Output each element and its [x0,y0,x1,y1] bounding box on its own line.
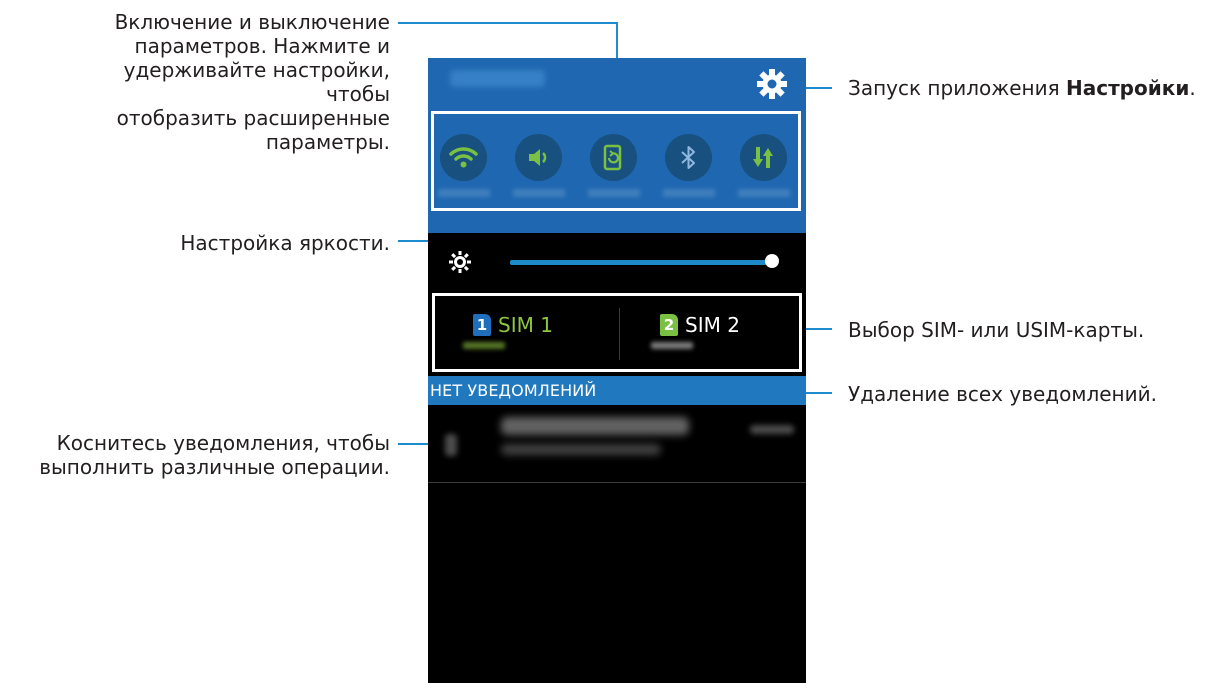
wifi-toggle[interactable] [440,134,487,181]
data-toggle[interactable] [740,134,787,181]
notifications-header-text: НЕТ УВЕДОМЛЕНИЙ [430,381,597,400]
quick-settings-frame [431,111,801,211]
notifications-header[interactable]: НЕТ УВЕДОМЛЕНИЙ [428,376,806,405]
brightness-slider-thumb[interactable] [765,254,779,268]
settings-callout-suffix: . [1189,76,1196,100]
toggle-leader-h [398,22,618,24]
settings-callout-prefix: Запуск приложения [848,76,1066,100]
toggle-callout-line1: Включение и выключение [114,10,390,34]
data-label-blurred [738,189,790,197]
toggle-callout: Включение и выключение параметров. Нажми… [70,10,390,154]
sim-divider [619,308,620,360]
data-icon [753,147,773,168]
rotation-toggle[interactable] [590,134,637,181]
settings-callout: Запуск приложения Настройки. [848,76,1218,100]
status-time-blurred [450,70,545,87]
bluetooth-icon [681,146,695,169]
gear-icon[interactable] [755,67,789,101]
sound-icon [529,149,547,166]
phone-screen: 1 SIM 1 2 SIM 2 НЕТ УВЕДОМЛЕНИЙ [428,58,806,683]
toggle-callout-line5: параметры. [265,130,390,154]
brightness-callout-text: Настройка яркости. [180,231,390,255]
notification-callout: Коснитесь уведомления, чтобы выполнить р… [0,431,390,479]
rotation-icon [603,144,622,171]
notification-item[interactable] [428,405,806,483]
wifi-label-blurred [438,189,490,197]
sound-toggle[interactable] [515,134,562,181]
brightness-slider-track[interactable] [510,260,772,265]
sim1-label[interactable]: SIM 1 [498,313,553,337]
settings-callout-bold: Настройки [1066,76,1190,100]
toggle-callout-line4: отобразить расширенные [116,106,390,130]
sim-callout-text: Выбор SIM- или USIM-карты. [848,318,1145,342]
notification-callout-line1: Коснитесь уведомления, чтобы [56,431,390,455]
sim2-status-blurred [651,342,693,349]
bluetooth-label-blurred [663,189,715,197]
notification-callout-line2: выполнить различные операции. [39,455,390,479]
sim-selector: 1 SIM 1 2 SIM 2 [432,293,802,372]
wifi-icon [449,147,478,168]
notification-text-blurred [501,444,661,455]
sim2-badge: 2 [660,314,678,336]
brightness-callout: Настройка яркости. [90,231,390,255]
sun-icon[interactable] [448,250,472,274]
status-bar [428,58,806,101]
rotation-label-blurred [588,189,640,197]
sound-label-blurred [513,189,565,197]
notification-title-blurred [501,417,689,435]
notification-leader [398,443,432,445]
brightness-row [428,233,806,291]
sim1-status-blurred [463,342,505,349]
clear-callout-text: Удаление всех уведомлений. [848,382,1157,406]
sim2-label[interactable]: SIM 2 [685,313,740,337]
toggle-callout-line2: параметров. Нажмите и [134,34,390,58]
clear-callout: Удаление всех уведомлений. [848,382,1218,406]
bluetooth-toggle[interactable] [665,134,712,181]
toggle-callout-line3: удерживайте настройки, чтобы [123,58,390,106]
notification-icon-blurred [445,434,457,456]
notification-separator [428,482,806,483]
sim1-badge: 1 [473,314,491,336]
sim-callout: Выбор SIM- или USIM-карты. [848,318,1218,342]
sim-leader [803,328,832,330]
notification-time-blurred [750,425,794,434]
